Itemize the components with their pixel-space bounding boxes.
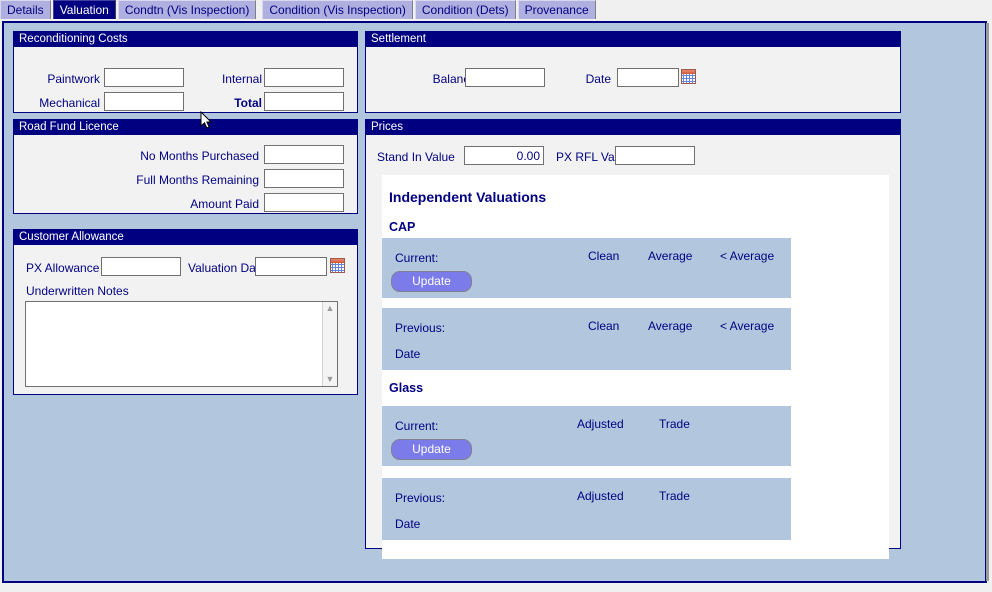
calendar-icon[interactable] <box>681 69 696 84</box>
glass-previous-col-adjusted: Adjusted <box>577 489 624 503</box>
glass-previous-col-trade: Trade <box>659 489 690 503</box>
glass-heading: Glass <box>389 381 424 395</box>
cap-update-button[interactable]: Update <box>391 271 472 292</box>
glass-previous-block: Previous: Adjusted Trade Date <box>382 478 791 540</box>
valuation-page: Reconditioning Costs Paintwork Internal … <box>2 21 989 583</box>
glass-current-col-trade: Trade <box>659 417 690 431</box>
scroll-up-icon[interactable]: ▲ <box>326 304 335 313</box>
glass-previous-date-label: Date <box>395 517 421 531</box>
no-months-purchased-label: No Months Purchased <box>140 149 259 163</box>
px-rfl-val-input[interactable] <box>615 146 695 165</box>
customer-allowance-title: Customer Allowance <box>14 230 357 245</box>
px-allowance-input[interactable] <box>101 257 181 276</box>
glass-update-button[interactable]: Update <box>391 439 472 460</box>
px-rfl-val-label: PX RFL Val <box>556 150 618 164</box>
glass-current-block: Current: Adjusted Trade Update <box>382 406 791 466</box>
tab-provenance[interactable]: Provenance <box>517 0 596 19</box>
road-fund-licence-title: Road Fund Licence <box>14 120 357 135</box>
road-fund-licence-panel: Road Fund Licence No Months Purchased Fu… <box>13 119 358 214</box>
underwritten-notes-label: Underwritten Notes <box>26 284 129 298</box>
cap-current-col-clean: Clean <box>588 249 620 263</box>
tab-strip: Details Valuation Condtn (Vis Inspection… <box>0 0 992 21</box>
total-label: Total <box>234 96 262 110</box>
cap-previous-col-average: Average <box>648 319 693 333</box>
glass-current-col-adjusted: Adjusted <box>577 417 624 431</box>
px-allowance-label: PX Allowance <box>26 261 100 275</box>
mechanical-label: Mechanical <box>39 96 100 110</box>
internal-input[interactable] <box>264 68 344 87</box>
no-months-purchased-input[interactable] <box>264 145 344 164</box>
cap-previous-row-label: Previous: <box>395 321 446 335</box>
cap-heading: CAP <box>389 220 416 234</box>
calendar-icon-grid <box>331 263 344 272</box>
tab-condtn-vis-inspection[interactable]: Condtn (Vis Inspection) <box>117 0 257 19</box>
full-months-remaining-label: Full Months Remaining <box>136 173 259 187</box>
cap-previous-block: Previous: Clean Average < Average Date <box>382 308 791 370</box>
cap-current-col-average: Average <box>648 249 693 263</box>
cap-current-row-label: Current: <box>395 251 439 265</box>
tab-details[interactable]: Details <box>0 0 51 19</box>
internal-label: Internal <box>221 72 262 86</box>
calendar-icon-grid <box>682 74 695 83</box>
scroll-down-icon[interactable]: ▼ <box>326 375 335 384</box>
cap-current-block: Current: Clean Average < Average Update <box>382 238 791 298</box>
calendar-icon[interactable] <box>330 258 345 273</box>
reconditioning-costs-title: Reconditioning Costs <box>14 32 357 47</box>
settlement-title: Settlement <box>366 32 900 47</box>
stand-in-value-label: Stand In Value <box>377 150 455 164</box>
prices-title: Prices <box>366 120 900 135</box>
total-input[interactable] <box>264 92 344 111</box>
settlement-panel: Settlement Balance Date <box>365 31 901 113</box>
cap-previous-date-label: Date <box>395 347 421 361</box>
glass-previous-row-label: Previous: <box>395 491 446 505</box>
valuation-date-input[interactable] <box>255 257 327 276</box>
settlement-date-input[interactable] <box>617 68 679 87</box>
settlement-date-label: Date <box>585 72 611 86</box>
full-months-remaining-input[interactable] <box>264 169 344 188</box>
cap-previous-col-below-average: < Average <box>720 319 775 333</box>
mechanical-input[interactable] <box>104 92 184 111</box>
balance-input[interactable] <box>465 68 545 87</box>
notes-scrollbar[interactable]: ▲ ▼ <box>322 302 337 386</box>
tab-condition-dets[interactable]: Condition (Dets) <box>414 0 516 19</box>
paintwork-input[interactable] <box>104 68 184 87</box>
underwritten-notes-container: ▲ ▼ <box>25 301 338 387</box>
independent-valuations-heading: Independent Valuations <box>389 189 547 205</box>
prices-panel: Prices Stand In Value PX RFL Val Indepen… <box>365 119 901 559</box>
paintwork-label: Paintwork <box>47 72 100 86</box>
tab-valuation[interactable]: Valuation <box>52 0 116 19</box>
amount-paid-input[interactable] <box>264 193 344 212</box>
underwritten-notes-input[interactable] <box>26 302 322 386</box>
cap-current-col-below-average: < Average <box>720 249 775 263</box>
cap-previous-col-clean: Clean <box>588 319 620 333</box>
tab-condition-vis-inspection[interactable]: Condition (Vis Inspection) <box>262 0 413 19</box>
reconditioning-costs-panel: Reconditioning Costs Paintwork Internal … <box>13 31 358 113</box>
amount-paid-label: Amount Paid <box>190 197 259 211</box>
independent-valuations-area: Independent Valuations CAP Current: Clea… <box>382 175 889 559</box>
customer-allowance-panel: Customer Allowance PX Allowance Valuatio… <box>13 229 358 395</box>
glass-current-row-label: Current: <box>395 419 439 433</box>
stand-in-value-input[interactable] <box>464 146 544 165</box>
